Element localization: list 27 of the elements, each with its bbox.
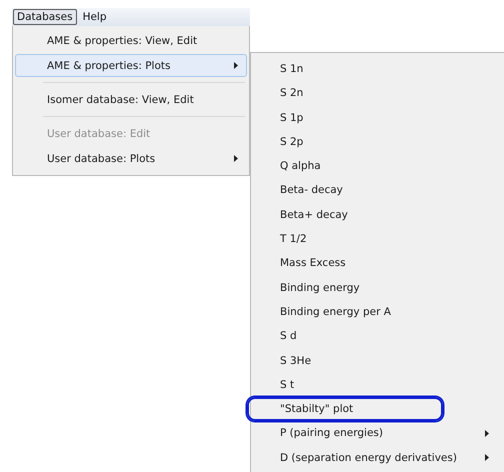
menu-item[interactable]: S 1n — [247, 57, 504, 81]
menu-item[interactable]: "Stabilty" plot — [247, 397, 443, 422]
menu-item[interactable]: S 2n — [247, 81, 504, 106]
menu-item[interactable]: Mass Excess — [247, 251, 504, 276]
menu-item[interactable]: Binding energy — [247, 276, 504, 300]
submenu-arrow-icon — [485, 454, 489, 462]
submenu-arrow-icon — [234, 155, 238, 162]
menu-bar-item[interactable]: Databases — [13, 9, 77, 25]
menu-item[interactable]: Beta- decay — [247, 178, 504, 202]
menu-item[interactable]: AME & properties: Plots — [15, 54, 247, 77]
menu-item[interactable]: S t — [247, 372, 504, 397]
menu-item[interactable]: T 1/2 — [247, 227, 504, 252]
menu-item[interactable]: Isomer database: View, Edit — [15, 88, 247, 111]
menu-item[interactable]: S 1p — [247, 106, 504, 130]
submenu-arrow-icon — [234, 62, 238, 69]
menu-item[interactable]: D (separation energy derivatives) — [247, 446, 504, 470]
menu-bar-item[interactable]: Help — [78, 9, 111, 25]
menu-item[interactable]: User database: Plots — [15, 147, 247, 170]
menu-item[interactable]: S 3He — [247, 348, 504, 373]
menu-item[interactable]: S 2p — [247, 130, 504, 154]
menu-item[interactable]: AME & properties: View, Edit — [15, 29, 247, 52]
menu-item[interactable]: S d — [247, 324, 504, 348]
menu-item[interactable]: Binding energy per A — [247, 300, 504, 324]
menu-item[interactable]: Q alpha — [247, 154, 504, 178]
menu-item[interactable]: P (pairing energies) — [247, 421, 504, 446]
menu-item[interactable]: Beta+ decay — [247, 202, 504, 227]
submenu-arrow-icon — [485, 430, 489, 437]
